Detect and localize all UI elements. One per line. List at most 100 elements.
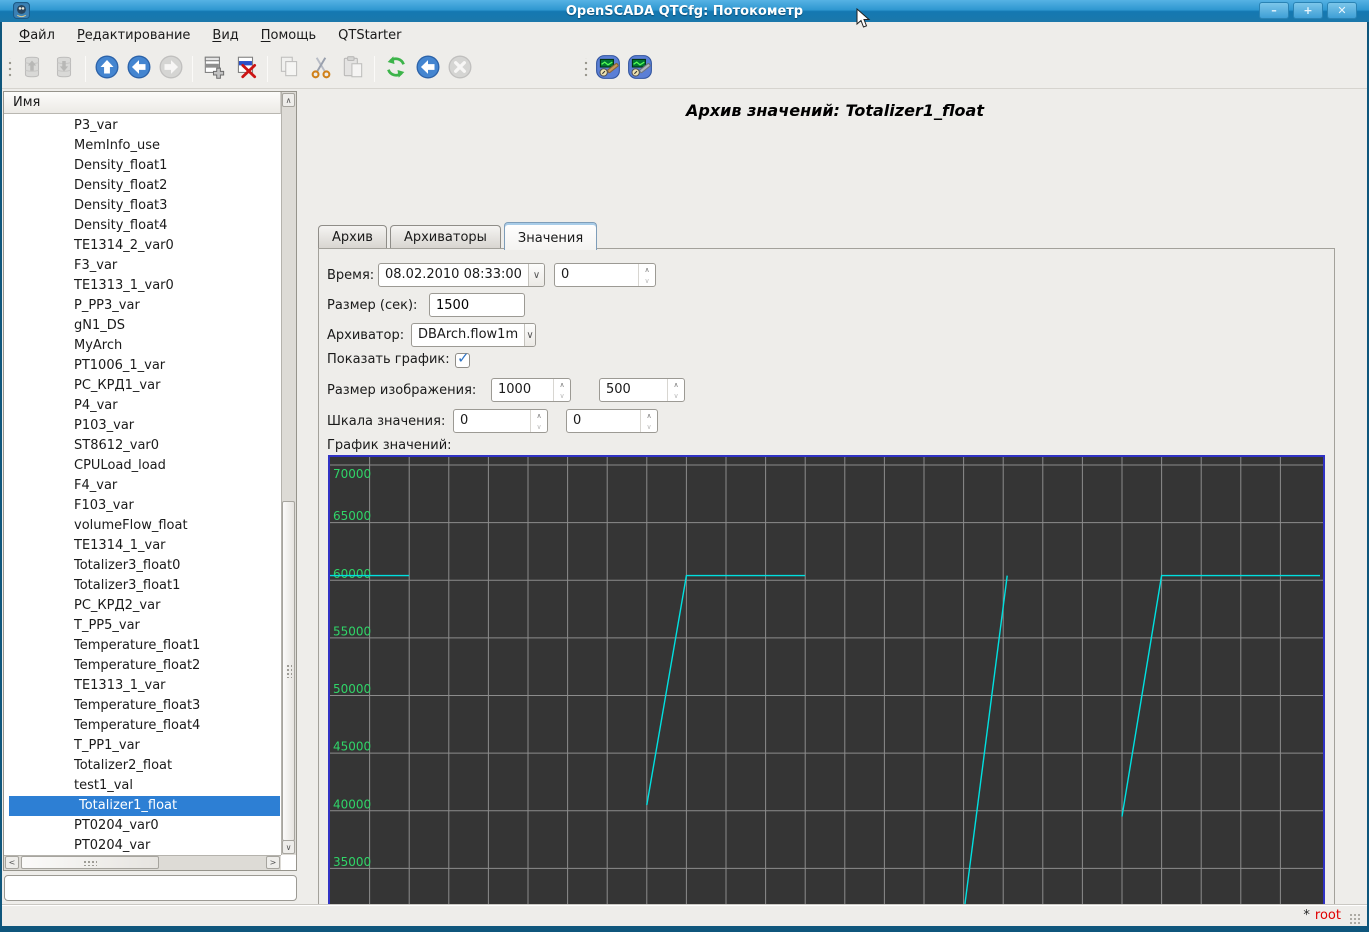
chevron-down-icon[interactable]: ∨ [524,324,535,346]
tree-item[interactable]: Density_float3 [4,196,281,216]
tree-item[interactable]: F4_var [4,476,281,496]
load-button[interactable] [16,53,48,85]
tree-item[interactable]: F103_var [4,496,281,516]
toolbar-handle[interactable] [582,58,590,80]
resize-grip[interactable] [1349,913,1361,925]
back-button[interactable] [123,53,155,85]
close-button[interactable]: ✕ [1327,2,1357,19]
tree-item[interactable]: ST8612_var0 [4,436,281,456]
window-border-left [0,22,2,932]
time-combobox[interactable]: 08.02.2010 08:33:00 ∨ [378,263,545,287]
image-size-label: Размер изображения: [327,378,476,404]
spinner-buttons[interactable]: ∧∨ [530,410,547,432]
spinner-buttons[interactable]: ∧∨ [638,264,655,286]
tree-item[interactable]: Temperature_float2 [4,656,281,676]
tree-item[interactable]: Temperature_float3 [4,696,281,716]
tree-item[interactable]: test1_val [4,776,281,796]
paste-button[interactable] [337,53,369,85]
forward-button[interactable] [155,53,187,85]
main-content: Архив значений: Totalizer1_float АрхивАр… [303,89,1367,904]
scroll-right-icon[interactable]: > [266,856,280,869]
size-input[interactable] [429,293,525,317]
tree-item[interactable]: Totalizer3_float0 [4,556,281,576]
tree-item[interactable]: TE1314_2_var0 [4,236,281,256]
tree-item[interactable]: F3_var [4,256,281,276]
delete-item-button[interactable] [230,53,262,85]
tree-item[interactable]: TE1314_1_var [4,536,281,556]
tree-item[interactable]: TE1313_1_var0 [4,276,281,296]
menu-item[interactable]: Файл [8,22,66,49]
scroll-up-icon[interactable]: ∧ [282,93,295,107]
time-usec-spinbox[interactable]: 0 ∧∨ [554,263,656,287]
copy-button[interactable] [273,53,305,85]
spin-down-icon: ∨ [554,390,570,401]
reload-button[interactable] [380,53,412,85]
reload-icon [383,54,409,84]
tree-item[interactable]: PC_КРД2_var [4,596,281,616]
tree-vertical-scrollbar[interactable]: ∧ ∨ [281,92,296,855]
tree-item[interactable]: CPULoad_load [4,456,281,476]
tree-item[interactable]: volumeFlow_float [4,516,281,536]
tab-active[interactable]: Значения [504,222,597,250]
archiver-combobox[interactable]: DBArch.flow1m ∨ [411,323,536,347]
tree-item[interactable]: Totalizer1_float [9,796,280,816]
show-graph-checkbox[interactable]: ✓ [455,353,470,368]
tree-item[interactable]: Totalizer2_float [4,756,281,776]
tree-item[interactable]: Density_float1 [4,156,281,176]
scroll-down-icon[interactable]: ∨ [282,840,295,854]
tree-filter-input[interactable] [4,875,297,901]
tree-item[interactable]: PC_КРД1_var [4,376,281,396]
menu-item[interactable]: Редактирование [66,22,201,49]
scrollbar-thumb[interactable] [21,856,159,869]
tree-item[interactable]: T_PP1_var [4,736,281,756]
tree-item[interactable]: PT0204_var [4,836,281,855]
tab-inactive[interactable]: Архиваторы [390,225,501,249]
qtvision-button[interactable] [592,53,624,85]
tree-item[interactable]: PT0204_var0 [4,816,281,836]
image-height-spinbox[interactable]: 500 ∧∨ [599,378,685,402]
up-button[interactable] [91,53,123,85]
image-width-spinbox[interactable]: 1000 ∧∨ [491,378,571,402]
value-scale-label: Шкала значения: [327,409,445,435]
tree-item[interactable]: MyArch [4,336,281,356]
tree-item[interactable]: Density_float2 [4,176,281,196]
qtconfig-button[interactable] [624,53,656,85]
start-button[interactable] [412,53,444,85]
tree-item[interactable]: P4_var [4,396,281,416]
tree-item[interactable]: P103_var [4,416,281,436]
scrollbar-thumb[interactable] [282,501,295,841]
stop-button[interactable] [444,53,476,85]
tree-item[interactable]: Temperature_float1 [4,636,281,656]
menu-item[interactable]: Вид [201,22,249,49]
scroll-left-icon[interactable]: < [5,856,19,869]
tree-item[interactable]: gN1_DS [4,316,281,336]
chevron-down-icon[interactable]: ∨ [528,264,544,286]
tab-inactive[interactable]: Архив [318,225,387,249]
tree-item[interactable]: Density_float4 [4,216,281,236]
scale-to-spinbox[interactable]: 0 ∧∨ [566,409,658,433]
scale-to-value: 0 [567,410,640,432]
save-button[interactable] [48,53,80,85]
tree-horizontal-scrollbar[interactable]: < > [4,855,281,870]
tree-item[interactable]: Temperature_float4 [4,716,281,736]
scale-from-spinbox[interactable]: 0 ∧∨ [453,409,548,433]
menu-item[interactable]: Помощь [250,22,327,49]
menu-item[interactable]: QTStarter [327,22,412,49]
spinner-buttons[interactable]: ∧∨ [667,379,684,401]
tree-item[interactable]: TE1313_1_var [4,676,281,696]
spinner-buttons[interactable]: ∧∨ [553,379,570,401]
tree-item[interactable]: PT1006_1_var [4,356,281,376]
check-icon: ✓ [457,349,470,367]
maximize-button[interactable]: + [1293,2,1323,19]
spinner-buttons[interactable]: ∧∨ [640,410,657,432]
tree-item[interactable]: P3_var [4,116,281,136]
cut-button[interactable] [305,53,337,85]
tree-item[interactable]: Totalizer3_float1 [4,576,281,596]
menubar: ФайлРедактированиеВидПомощьQTStarter [2,22,1367,49]
tree-item[interactable]: P_PP3_var [4,296,281,316]
toolbar-handle[interactable] [6,58,14,80]
minimize-button[interactable]: – [1259,2,1289,19]
tree-item[interactable]: T_PP5_var [4,616,281,636]
add-item-button[interactable] [198,53,230,85]
tree-item[interactable]: MemInfo_use [4,136,281,156]
